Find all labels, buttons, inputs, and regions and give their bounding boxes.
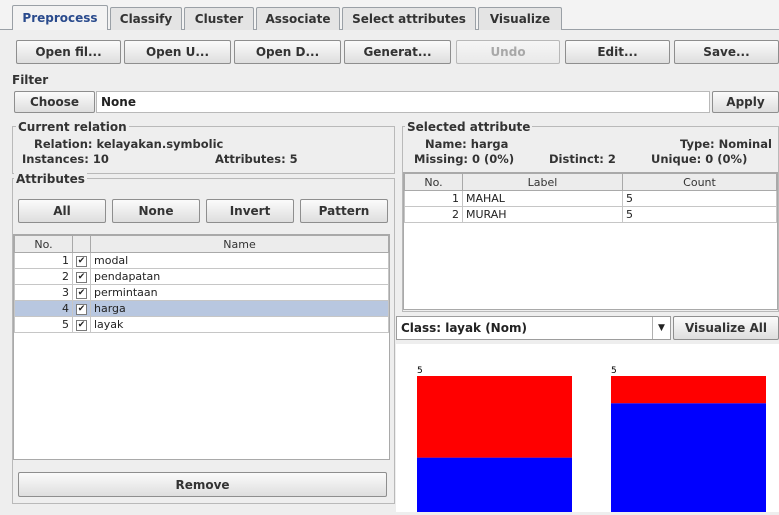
bar-mahal-segment-1 xyxy=(417,376,572,458)
tab-preprocess[interactable]: Preprocess xyxy=(12,5,108,30)
relation-name: Relation: kelayakan.symbolic xyxy=(34,137,224,151)
table-row[interactable]: 2 ✔ pendapatan xyxy=(14,268,389,285)
row-no: 3 xyxy=(14,284,73,301)
col-no-header: No. xyxy=(14,235,73,253)
attr-unique: Unique: 0 (0%) xyxy=(651,152,748,166)
row-name: modal xyxy=(90,252,389,269)
bar-murah-segment-1 xyxy=(611,376,766,404)
col-count-header: Count xyxy=(622,173,777,191)
table-row-selected[interactable]: 4 ✔ harga xyxy=(14,300,389,317)
row-no: 1 xyxy=(404,190,463,207)
select-all-button[interactable]: All xyxy=(18,199,106,223)
pattern-button[interactable]: Pattern xyxy=(300,199,388,223)
row-name: pendapatan xyxy=(90,268,389,285)
undo-button[interactable]: Undo xyxy=(456,40,560,64)
row-no: 2 xyxy=(14,268,73,285)
col-check-header xyxy=(72,235,91,253)
table-row[interactable]: 5 ✔ layak xyxy=(14,316,389,333)
col-no-header: No. xyxy=(404,173,463,191)
attr-type: Type: Nominal xyxy=(680,137,772,151)
filter-field[interactable]: None xyxy=(96,91,710,113)
instances-count: Instances: 10 xyxy=(22,152,109,166)
class-selector[interactable]: Class: layak (Nom) ▼ xyxy=(396,316,671,340)
check-icon[interactable]: ✔ xyxy=(76,303,87,315)
attr-distinct: Distinct: 2 xyxy=(549,152,616,166)
table-row[interactable]: 1 MAHAL 5 xyxy=(404,190,777,207)
row-no: 4 xyxy=(14,300,73,317)
open-db-button[interactable]: Open D... xyxy=(234,40,341,64)
current-relation-title: Current relation xyxy=(16,120,129,134)
row-no: 1 xyxy=(14,252,73,269)
row-checkbox[interactable]: ✔ xyxy=(72,284,91,301)
tab-cluster[interactable]: Cluster xyxy=(184,7,254,30)
chart-svg: 55 xyxy=(417,366,766,512)
row-checkbox[interactable]: ✔ xyxy=(72,316,91,333)
attributes-count: Attributes: 5 xyxy=(215,152,298,166)
open-file-button[interactable]: Open fil... xyxy=(16,40,121,64)
bar-count-label: 5 xyxy=(417,366,423,376)
table-row[interactable]: 3 ✔ permintaan xyxy=(14,284,389,301)
chevron-down-icon[interactable]: ▼ xyxy=(652,317,670,339)
tab-visualize[interactable]: Visualize xyxy=(478,7,562,30)
apply-filter-button[interactable]: Apply xyxy=(712,91,779,113)
bar-murah-segment-0 xyxy=(611,403,766,512)
edit-button[interactable]: Edit... xyxy=(565,40,670,64)
check-icon[interactable]: ✔ xyxy=(76,255,87,267)
save-button[interactable]: Save... xyxy=(674,40,779,64)
table-row[interactable]: 1 ✔ modal xyxy=(14,252,389,269)
tab-bar: Preprocess Classify Cluster Associate Se… xyxy=(0,0,779,30)
open-url-button[interactable]: Open U... xyxy=(124,40,231,64)
filter-title: Filter xyxy=(12,73,49,87)
check-icon[interactable]: ✔ xyxy=(76,271,87,283)
label-table: No. Label Count 1 MAHAL 5 2 MURAH 5 xyxy=(404,173,777,223)
row-count: 5 xyxy=(622,206,777,223)
bar-count-label: 5 xyxy=(611,366,617,376)
row-name: layak xyxy=(90,316,389,333)
invert-selection-button[interactable]: Invert xyxy=(206,199,294,223)
check-icon[interactable]: ✔ xyxy=(76,287,87,299)
row-count: 5 xyxy=(622,190,777,207)
row-checkbox[interactable]: ✔ xyxy=(72,268,91,285)
row-name: permintaan xyxy=(90,284,389,301)
remove-button[interactable]: Remove xyxy=(18,472,387,497)
attributes-table: No. Name 1 ✔ modal 2 ✔ pendapatan 3 ✔ pe… xyxy=(14,235,389,333)
col-label-header: Label xyxy=(462,173,623,191)
attr-name: Name: harga xyxy=(425,137,509,151)
row-label: MURAH xyxy=(462,206,623,223)
row-label: MAHAL xyxy=(462,190,623,207)
choose-filter-button[interactable]: Choose xyxy=(14,91,95,113)
attr-missing: Missing: 0 (0%) xyxy=(414,152,515,166)
attributes-table-container: No. Name 1 ✔ modal 2 ✔ pendapatan 3 ✔ pe… xyxy=(13,234,390,460)
tab-select-attributes[interactable]: Select attributes xyxy=(342,7,476,30)
label-table-container: No. Label Count 1 MAHAL 5 2 MURAH 5 xyxy=(403,172,778,310)
class-selector-value: Class: layak (Nom) xyxy=(401,321,527,335)
select-none-button[interactable]: None xyxy=(112,199,200,223)
check-icon[interactable]: ✔ xyxy=(76,319,87,331)
tab-associate[interactable]: Associate xyxy=(256,7,340,30)
tab-classify[interactable]: Classify xyxy=(110,7,182,30)
row-no: 2 xyxy=(404,206,463,223)
row-checkbox[interactable]: ✔ xyxy=(72,252,91,269)
generate-button[interactable]: Generat... xyxy=(344,40,451,64)
col-name-header: Name xyxy=(90,235,389,253)
bar-mahal-segment-0 xyxy=(417,457,572,512)
selected-attribute-title: Selected attribute xyxy=(405,120,533,134)
visualize-all-button[interactable]: Visualize All xyxy=(673,316,779,340)
row-name: harga xyxy=(90,300,389,317)
class-distribution-chart: 55 xyxy=(396,344,779,512)
row-checkbox[interactable]: ✔ xyxy=(72,300,91,317)
attributes-title: Attributes xyxy=(14,172,87,186)
table-row[interactable]: 2 MURAH 5 xyxy=(404,206,777,223)
row-no: 5 xyxy=(14,316,73,333)
